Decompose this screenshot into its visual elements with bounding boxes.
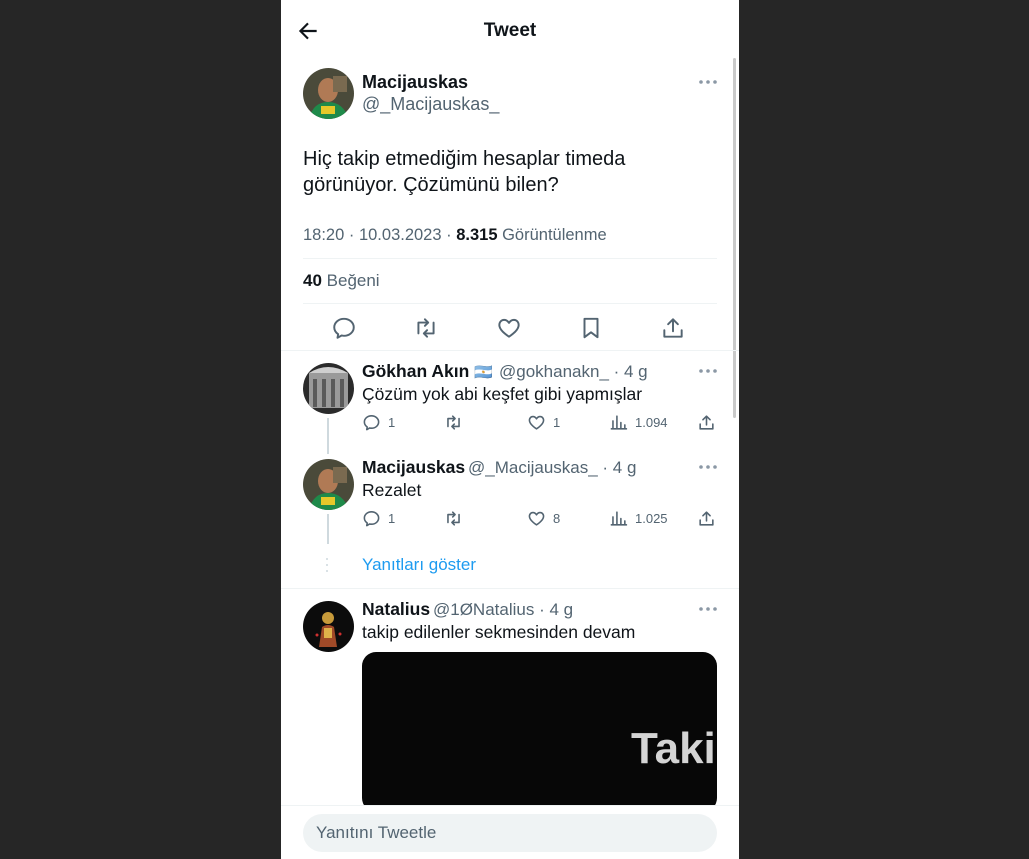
reply-author-name[interactable]: Natalius <box>362 599 430 620</box>
author-handle[interactable]: @_Macijauskas_ <box>362 94 499 115</box>
retweet-icon <box>447 414 460 430</box>
likes-stat[interactable]: 40 Beğeni <box>303 271 380 291</box>
reply-button[interactable]: 1 <box>362 508 395 528</box>
views-count: 8.315 <box>456 226 498 244</box>
page-title: Tweet <box>483 20 537 41</box>
more-options-icon[interactable] <box>697 74 719 90</box>
share-icon <box>699 510 714 526</box>
thread-line <box>327 418 329 454</box>
retweet-icon[interactable] <box>413 315 439 341</box>
reply-input[interactable] <box>303 814 717 852</box>
view-count: 1.025 <box>635 510 668 526</box>
thread-line <box>327 514 329 544</box>
reply-media-video[interactable]: Taki <box>362 652 717 812</box>
avatar[interactable] <box>303 601 354 652</box>
reply-handle-time[interactable]: @gokhanakn_ · 4 g <box>499 362 648 382</box>
analytics-icon <box>610 414 628 430</box>
show-replies-link[interactable]: Yanıtları göster <box>362 555 476 575</box>
tweet-detail-screen: Tweet Macijauskas @_Macijauskas_ Hiç tak… <box>281 0 739 859</box>
retweet-button[interactable] <box>444 412 470 432</box>
like-icon <box>528 511 545 526</box>
likes-count: 40 <box>303 271 322 290</box>
more-options-icon[interactable] <box>697 459 719 475</box>
media-overlay-text: Taki <box>631 724 716 773</box>
retweet-button[interactable] <box>444 508 470 528</box>
share-icon[interactable] <box>660 315 686 341</box>
like-icon[interactable] <box>496 315 522 341</box>
divider <box>281 350 739 351</box>
reply-text: Rezalet <box>362 480 422 500</box>
bookmark-icon[interactable] <box>578 315 604 341</box>
share-icon <box>699 414 714 430</box>
retweet-icon <box>447 510 460 526</box>
share-button[interactable] <box>697 508 723 528</box>
reply-author-name[interactable]: Macijauskas <box>362 457 465 478</box>
avatar[interactable] <box>303 68 354 119</box>
view-count: 1.094 <box>635 414 668 430</box>
reply-icon[interactable] <box>331 315 357 341</box>
flag-icon: 🇦🇷 <box>474 364 493 381</box>
like-button[interactable]: 8 <box>527 508 560 528</box>
reply-handle-time[interactable]: @_Macijauskas_ · 4 g <box>468 458 636 478</box>
reply-icon <box>363 510 380 526</box>
likes-label: Beğeni <box>321 271 380 290</box>
scrollbar[interactable] <box>733 58 736 418</box>
views-button[interactable]: 1.094 <box>609 412 668 432</box>
reply-handle-time[interactable]: @1ØNatalius · 4 g <box>433 600 573 620</box>
share-button[interactable] <box>697 412 723 432</box>
divider <box>281 588 739 589</box>
views-button[interactable]: 1.025 <box>609 508 668 528</box>
analytics-icon <box>610 510 628 526</box>
reply-composer <box>281 805 739 859</box>
thread-dots-icon <box>326 557 328 573</box>
like-count: 8 <box>553 510 561 526</box>
tweet-timestamp[interactable]: 18:20 · 10.03.2023 · <box>303 226 456 244</box>
reply-author-name[interactable]: Gökhan Akın 🇦🇷 <box>362 361 493 382</box>
more-options-icon[interactable] <box>697 601 719 617</box>
like-icon <box>528 415 545 430</box>
tweet-meta: 18:20 · 10.03.2023 · 8.315 Görüntülenme <box>303 226 607 245</box>
like-button[interactable]: 1 <box>527 412 560 432</box>
reply-author-name-text: Gökhan Akın <box>362 361 470 381</box>
top-bar: Tweet <box>281 0 739 60</box>
author-name[interactable]: Macijauskas <box>362 72 468 93</box>
tweet-text: Hiç takip etmediğim hesaplar timeda görü… <box>303 148 626 196</box>
avatar[interactable] <box>303 363 354 414</box>
avatar[interactable] <box>303 459 354 510</box>
reply-count: 1 <box>388 414 396 430</box>
divider <box>303 258 717 259</box>
divider <box>303 303 717 304</box>
reply-icon <box>363 414 380 430</box>
reply-text: Çözüm yok abi keşfet gibi yapmışlar <box>362 384 643 404</box>
reply-text: takip edilenler sekmesinden devam <box>362 622 636 642</box>
more-options-icon[interactable] <box>697 363 719 379</box>
reply-button[interactable]: 1 <box>362 412 395 432</box>
reply-count: 1 <box>388 510 396 526</box>
like-count: 1 <box>553 414 561 430</box>
views-label: Görüntülenme <box>497 226 607 244</box>
